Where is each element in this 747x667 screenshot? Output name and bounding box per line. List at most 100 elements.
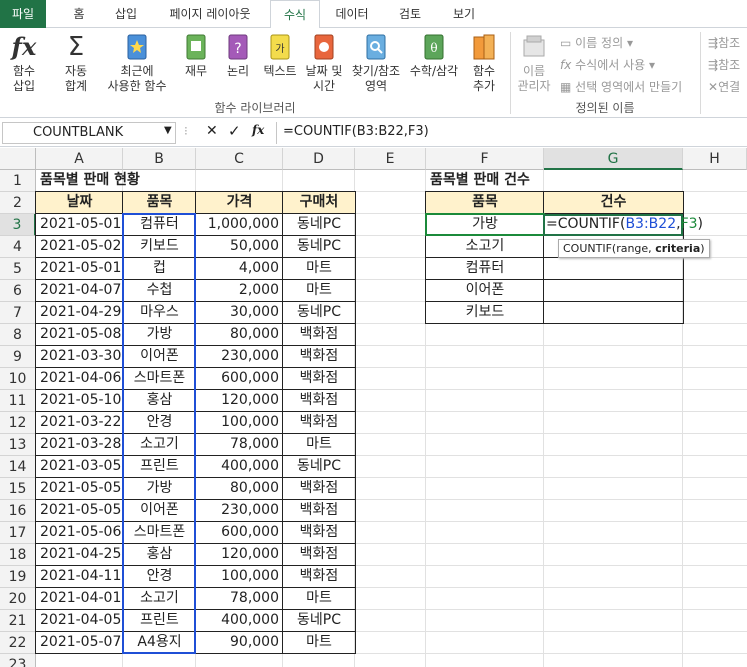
left-table-cell[interactable]: 120,000: [196, 390, 283, 412]
left-table-cell[interactable]: 100,000: [196, 412, 283, 434]
left-table-cell[interactable]: 80,000: [196, 324, 283, 346]
row-header-19[interactable]: 19: [0, 566, 36, 588]
left-table-cell[interactable]: 2021-04-29: [36, 302, 123, 324]
name-box-dropdown-icon[interactable]: ▼: [164, 125, 172, 136]
left-table-cell[interactable]: 4,000: [196, 258, 283, 280]
left-table-cell[interactable]: 2021-03-28: [36, 434, 123, 456]
row-header-14[interactable]: 14: [0, 456, 36, 478]
use-in-formula-item[interactable]: fx 수식에서 사용 ▾: [560, 56, 655, 73]
right-table-item-cell[interactable]: 소고기: [426, 236, 544, 258]
tab-insert[interactable]: 삽입: [106, 0, 146, 28]
left-table-cell[interactable]: 30,000: [196, 302, 283, 324]
row-header-5[interactable]: 5: [0, 258, 36, 280]
left-table-cell[interactable]: 2021-04-01: [36, 588, 123, 610]
cancel-icon[interactable]: ✕: [206, 123, 218, 139]
row-header-2[interactable]: 2: [0, 192, 36, 214]
left-table-header-cell[interactable]: 품목: [123, 192, 196, 214]
tab-page-layout[interactable]: 페이지 레이아웃: [158, 0, 262, 28]
cell-edit-formula[interactable]: =COUNTIF(B3:B22,F3): [544, 214, 744, 236]
left-table-cell[interactable]: 동네PC: [283, 214, 355, 236]
financial-button[interactable]: 재무: [178, 32, 214, 79]
select-all-corner[interactable]: [0, 148, 36, 170]
row-header-18[interactable]: 18: [0, 544, 36, 566]
left-table-header-cell[interactable]: 구매처: [283, 192, 355, 214]
left-table-cell[interactable]: 2021-04-25: [36, 544, 123, 566]
column-header-g[interactable]: G: [544, 148, 683, 170]
left-table-cell[interactable]: 120,000: [196, 544, 283, 566]
left-table-cell[interactable]: 400,000: [196, 610, 283, 632]
row-header-11[interactable]: 11: [0, 390, 36, 412]
left-table-cell[interactable]: 2021-03-05: [36, 456, 123, 478]
tab-formulas[interactable]: 수식: [270, 0, 320, 29]
left-table-cell[interactable]: 90,000: [196, 632, 283, 654]
left-table-cell[interactable]: 마트: [283, 434, 355, 456]
left-table-cell[interactable]: 백화점: [283, 500, 355, 522]
column-header-d[interactable]: D: [283, 148, 355, 170]
row-header-12[interactable]: 12: [0, 412, 36, 434]
left-table-cell[interactable]: 백화점: [283, 478, 355, 500]
left-table-cell[interactable]: 마트: [283, 280, 355, 302]
left-table-cell[interactable]: 백화점: [283, 324, 355, 346]
tab-data[interactable]: 데이터: [330, 0, 374, 28]
row-header-9[interactable]: 9: [0, 346, 36, 368]
create-from-selection-item[interactable]: ▦ 선택 영역에서 만들기: [560, 78, 682, 95]
worksheet-grid[interactable]: ABCDEFGH 1 2 3 4 5 6 7 8 9 10 11 12 13 14 15 16 17 18 19 20…: [0, 148, 747, 667]
left-table-cell[interactable]: 백화점: [283, 566, 355, 588]
right-table-item-cell[interactable]: 컴퓨터: [426, 258, 544, 280]
left-table-cell[interactable]: 2021-05-02: [36, 236, 123, 258]
left-table-header-cell[interactable]: 가격: [196, 192, 283, 214]
tab-home[interactable]: 홈: [62, 0, 96, 28]
left-table-cell[interactable]: 백화점: [283, 522, 355, 544]
row-header-16[interactable]: 16: [0, 500, 36, 522]
row-header-17[interactable]: 17: [0, 522, 36, 544]
more-functions-button[interactable]: 함수 추가: [464, 32, 504, 94]
left-table-cell[interactable]: 80,000: [196, 478, 283, 500]
tab-view[interactable]: 보기: [444, 0, 484, 28]
left-table-cell[interactable]: 2021-04-05: [36, 610, 123, 632]
trace-dependents-item[interactable]: ⇶참조: [708, 56, 740, 73]
left-table-cell[interactable]: 백화점: [283, 544, 355, 566]
left-table-cell[interactable]: 2021-05-10: [36, 390, 123, 412]
left-table-cell[interactable]: 2021-03-30: [36, 346, 123, 368]
left-table-cell[interactable]: 2021-05-05: [36, 500, 123, 522]
left-table-cell[interactable]: 백화점: [283, 368, 355, 390]
right-table-header-cell[interactable]: 품목: [426, 192, 544, 214]
autosum-button[interactable]: Σ 자동 합계: [56, 32, 96, 94]
left-table-cell[interactable]: 2021-05-06: [36, 522, 123, 544]
text-button[interactable]: 가 텍스트: [260, 32, 300, 79]
left-table-cell[interactable]: 2021-03-22: [36, 412, 123, 434]
enter-icon[interactable]: ✓: [228, 122, 241, 140]
row-header-8[interactable]: 8: [0, 324, 36, 346]
column-header-b[interactable]: B: [123, 148, 196, 170]
left-table-cell[interactable]: 230,000: [196, 500, 283, 522]
left-table-cell[interactable]: 마트: [283, 632, 355, 654]
define-name-item[interactable]: ▭ 이름 정의 ▾: [560, 34, 633, 51]
row-header-1[interactable]: 1: [0, 170, 36, 192]
trace-precedents-item[interactable]: ⇶참조: [708, 34, 740, 51]
left-table-cell[interactable]: 2021-04-06: [36, 368, 123, 390]
row-header-13[interactable]: 13: [0, 434, 36, 456]
fx-bar-icon[interactable]: fx: [252, 123, 264, 137]
left-table-cell[interactable]: 동네PC: [283, 302, 355, 324]
row-header-20[interactable]: 20: [0, 588, 36, 610]
row-header-15[interactable]: 15: [0, 478, 36, 500]
recent-functions-button[interactable]: 최근에 사용한 함수: [100, 32, 174, 94]
name-box[interactable]: COUNTBLANK: [2, 122, 176, 144]
right-table-item-cell[interactable]: 키보드: [426, 302, 544, 324]
column-header-f[interactable]: F: [426, 148, 544, 170]
column-header-a[interactable]: A: [36, 148, 123, 170]
right-table-item-cell[interactable]: 이어폰: [426, 280, 544, 302]
left-table-cell[interactable]: 2021-04-11: [36, 566, 123, 588]
column-header-e[interactable]: E: [355, 148, 426, 170]
left-table-cell[interactable]: 600,000: [196, 522, 283, 544]
tab-file[interactable]: 파일: [0, 0, 46, 28]
tab-review[interactable]: 검토: [390, 0, 430, 28]
row-header-10[interactable]: 10: [0, 368, 36, 390]
lookup-button[interactable]: 찾기/참조 영역: [348, 32, 404, 94]
left-table-cell[interactable]: 백화점: [283, 346, 355, 368]
math-button[interactable]: θ 수학/삼각: [404, 32, 464, 79]
left-table-cell[interactable]: 마트: [283, 588, 355, 610]
left-table-cell[interactable]: 230,000: [196, 346, 283, 368]
right-table-header-cell[interactable]: 건수: [544, 192, 683, 214]
left-table-cell[interactable]: 100,000: [196, 566, 283, 588]
